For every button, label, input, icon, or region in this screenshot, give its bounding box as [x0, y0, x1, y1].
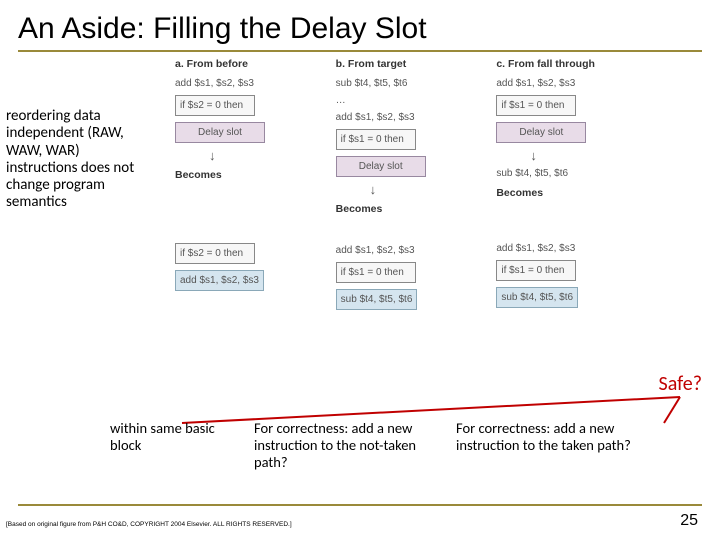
col-c-header: c. From fall through — [496, 58, 635, 70]
branch-box: if $s1 = 0 then — [496, 260, 576, 281]
code-line: if $s1 = 0 then — [496, 93, 635, 118]
becomes-label: Becomes — [336, 203, 475, 215]
branch-box: if $s1 = 0 then — [336, 262, 416, 283]
code-line: sub $t4, $t5, $t6 — [496, 166, 635, 181]
arrow-down-icon: ↓ — [209, 148, 314, 163]
becomes-label: Becomes — [175, 169, 314, 181]
code-line: add $s1, $s2, $s3 — [336, 110, 475, 125]
code-line: sub $t4, $t5, $t6 — [496, 285, 635, 310]
col-a-header: a. From before — [175, 58, 314, 70]
delay-slot-box: Delay slot — [175, 122, 265, 143]
delay-slot-box: Delay slot — [336, 156, 426, 177]
code-line: if $s2 = 0 then — [175, 93, 314, 118]
code-line: if $s2 = 0 then — [175, 241, 314, 266]
safe-question: Safe? — [659, 372, 702, 396]
arrow-down-icon: ↓ — [370, 182, 475, 197]
arrow-down-icon: ↓ — [530, 148, 635, 163]
bottom-b: For correctness: add a new instruction t… — [254, 420, 432, 471]
bottom-annotations: within same basic block For correctness:… — [110, 420, 690, 471]
branch-box: if $s1 = 0 then — [336, 129, 416, 150]
becomes-label: Becomes — [496, 187, 635, 199]
figure: a. From before add $s1, $s2, $s3 if $s2 … — [175, 58, 635, 314]
bottom-a: within same basic block — [110, 420, 230, 471]
spacer — [175, 187, 314, 241]
filled-slot-box: sub $t4, $t5, $t6 — [336, 289, 418, 310]
branch-box: if $s1 = 0 then — [496, 95, 576, 116]
code-line: Delay slot — [496, 120, 635, 145]
code-line: if $s1 = 0 then — [496, 258, 635, 283]
code-line: add $s1, $s2, $s3 — [175, 76, 314, 91]
code-line: sub $t4, $t5, $t6 — [336, 76, 475, 91]
spacer — [496, 205, 635, 241]
spacer — [336, 221, 475, 243]
citation-text: [Based on original figure from P&H CO&D,… — [6, 521, 292, 528]
col-a: a. From before add $s1, $s2, $s3 if $s2 … — [175, 58, 314, 314]
code-line: if $s1 = 0 then — [336, 260, 475, 285]
code-line: add $s1, $s2, $s3 — [336, 243, 475, 258]
col-b: b. From target sub $t4, $t5, $t6 … add $… — [336, 58, 475, 314]
slide-title: An Aside: Filling the Delay Slot — [0, 0, 720, 50]
footer-rule — [18, 504, 702, 506]
col-c: c. From fall through add $s1, $s2, $s3 i… — [496, 58, 635, 314]
delay-slot-box: Delay slot — [496, 122, 586, 143]
bottom-c: For correctness: add a new instruction t… — [456, 420, 634, 471]
filled-slot-box: add $s1, $s2, $s3 — [175, 270, 264, 291]
code-line: … — [336, 93, 475, 108]
code-line: sub $t4, $t5, $t6 — [336, 287, 475, 312]
col-b-header: b. From target — [336, 58, 475, 70]
code-line: Delay slot — [175, 120, 314, 145]
title-underline — [18, 50, 702, 52]
page-number: 25 — [680, 512, 698, 530]
left-annotation: reordering data independent (RAW, WAW, W… — [6, 108, 136, 212]
branch-box: if $s2 = 0 then — [175, 243, 255, 264]
code-line: add $s1, $s2, $s3 — [175, 268, 314, 293]
filled-slot-box: sub $t4, $t5, $t6 — [496, 287, 578, 308]
code-line: Delay slot — [336, 154, 475, 179]
branch-box: if $s2 = 0 then — [175, 95, 255, 116]
code-line: add $s1, $s2, $s3 — [496, 241, 635, 256]
code-line: add $s1, $s2, $s3 — [496, 76, 635, 91]
code-line: if $s1 = 0 then — [336, 127, 475, 152]
